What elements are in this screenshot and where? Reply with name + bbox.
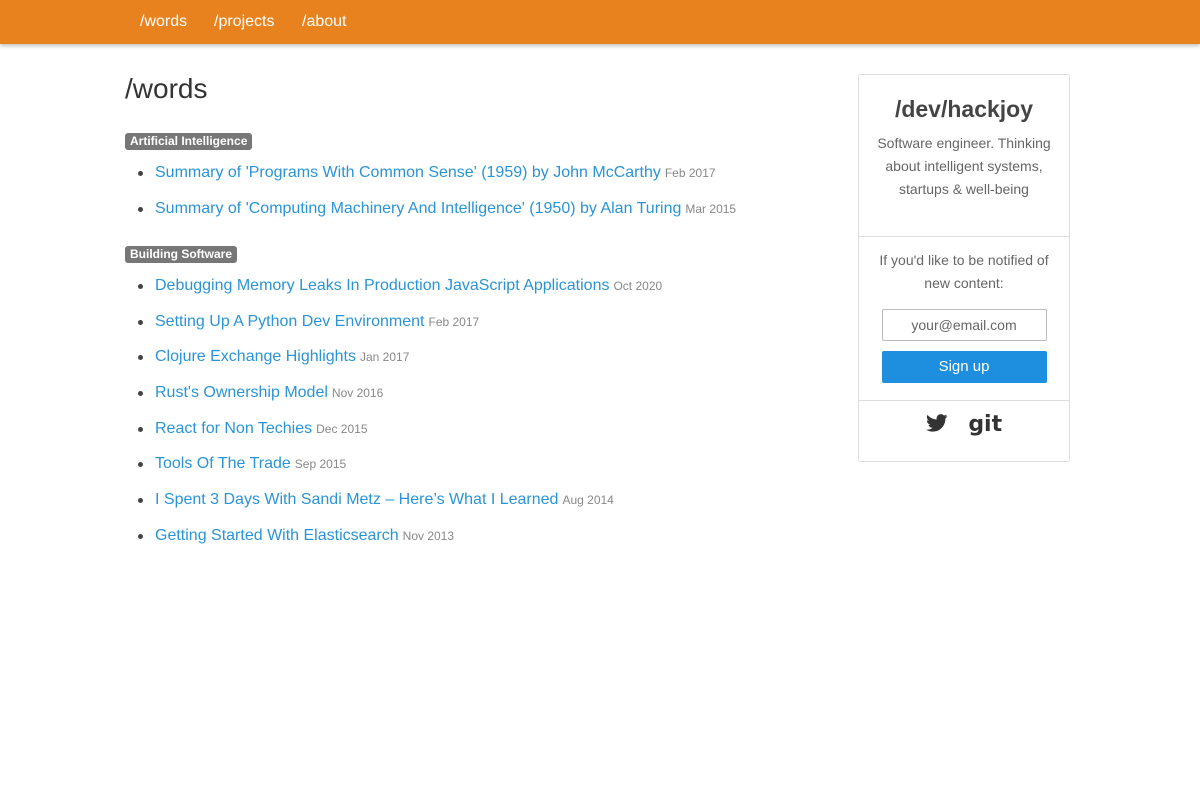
git-icon[interactable]: git [968,413,1002,437]
list-item: Summary of 'Programs With Common Sense' … [138,163,825,199]
list-item: Rust's Ownership Model Nov 2016 [138,383,825,419]
post-link[interactable]: Summary of 'Programs With Common Sense' … [155,164,661,181]
list-item: React for Non Techies Dec 2015 [138,419,825,455]
section-artificial-intelligence: Artificial Intelligence Summary of 'Prog… [125,132,825,234]
post-date: Feb 2017 [428,314,480,329]
post-date: Nov 2013 [402,528,455,543]
post-date: Dec 2015 [316,421,368,436]
site-description: Software engineer. Thinking about intell… [877,135,1051,197]
post-date: Jan 2017 [360,350,410,365]
email-input[interactable] [881,309,1047,341]
post-date: Aug 2014 [562,493,614,508]
post-link[interactable]: Rust's Ownership Model [155,384,328,401]
post-link[interactable]: React for Non Techies [155,420,312,437]
nav-link-projects[interactable]: /projects [214,12,274,32]
section-building-software: Building Software Debugging Memory Leaks… [125,245,825,562]
nav-link-about[interactable]: /about [302,12,346,32]
category-tag: Artificial Intelligence [125,133,253,150]
post-list: Summary of 'Programs With Common Sense' … [138,163,825,234]
post-date: Feb 2017 [664,166,716,180]
post-list: Debugging Memory Leaks In Production Jav… [138,276,825,562]
signup-button[interactable]: Sign up [881,351,1047,383]
notify-text: If you'd like to be notified of new cont… [879,252,1049,291]
post-link[interactable]: I Spent 3 Days With Sandi Metz – Here’s … [155,491,558,508]
post-link[interactable]: Debugging Memory Leaks In Production Jav… [155,277,609,294]
sidebar-panel: /dev/hackjoy Software engineer. Thinking… [858,74,1070,462]
post-link[interactable]: Summary of 'Computing Machinery And Inte… [155,200,681,217]
list-item: Debugging Memory Leaks In Production Jav… [138,276,825,312]
newsletter-signup: If you'd like to be notified of new cont… [859,237,1069,401]
list-item: Getting Started With Elasticsearch Nov 20… [138,526,825,562]
page-title: /words [125,73,208,104]
git-label: git [968,412,1003,437]
nav-link-words[interactable]: /words [140,12,187,32]
list-item: Tools Of The Trade Sep 2015 [138,454,825,490]
list-item: Clojure Exchange Highlights Jan 2017 [138,347,825,383]
site-title: /dev/hackjoy [894,96,1034,122]
post-link[interactable]: Setting Up A Python Dev Environment [155,313,424,330]
sidebar-header: /dev/hackjoy Software engineer. Thinking… [859,75,1069,237]
post-link[interactable]: Tools Of The Trade [155,455,291,472]
list-item: Setting Up A Python Dev Environment Feb 2… [138,312,825,348]
post-date: Oct 2020 [613,279,663,293]
post-date: Nov 2016 [331,386,384,401]
post-date: Mar 2015 [685,201,737,216]
list-item: Summary of 'Computing Machinery And Inte… [138,199,825,235]
top-navbar: /words /projects /about [0,0,1200,44]
post-link[interactable]: Clojure Exchange Highlights [155,348,356,365]
post-link[interactable]: Getting Started With Elasticsearch [155,527,399,544]
category-tag: Building Software [125,246,237,263]
main-content: /words Artificial Intelligence Summary o… [125,70,825,544]
post-date: Sep 2015 [294,457,347,472]
social-links: git [859,401,1069,461]
list-item: I Spent 3 Days With Sandi Metz – Here’s … [138,490,825,526]
twitter-icon[interactable] [925,413,948,437]
